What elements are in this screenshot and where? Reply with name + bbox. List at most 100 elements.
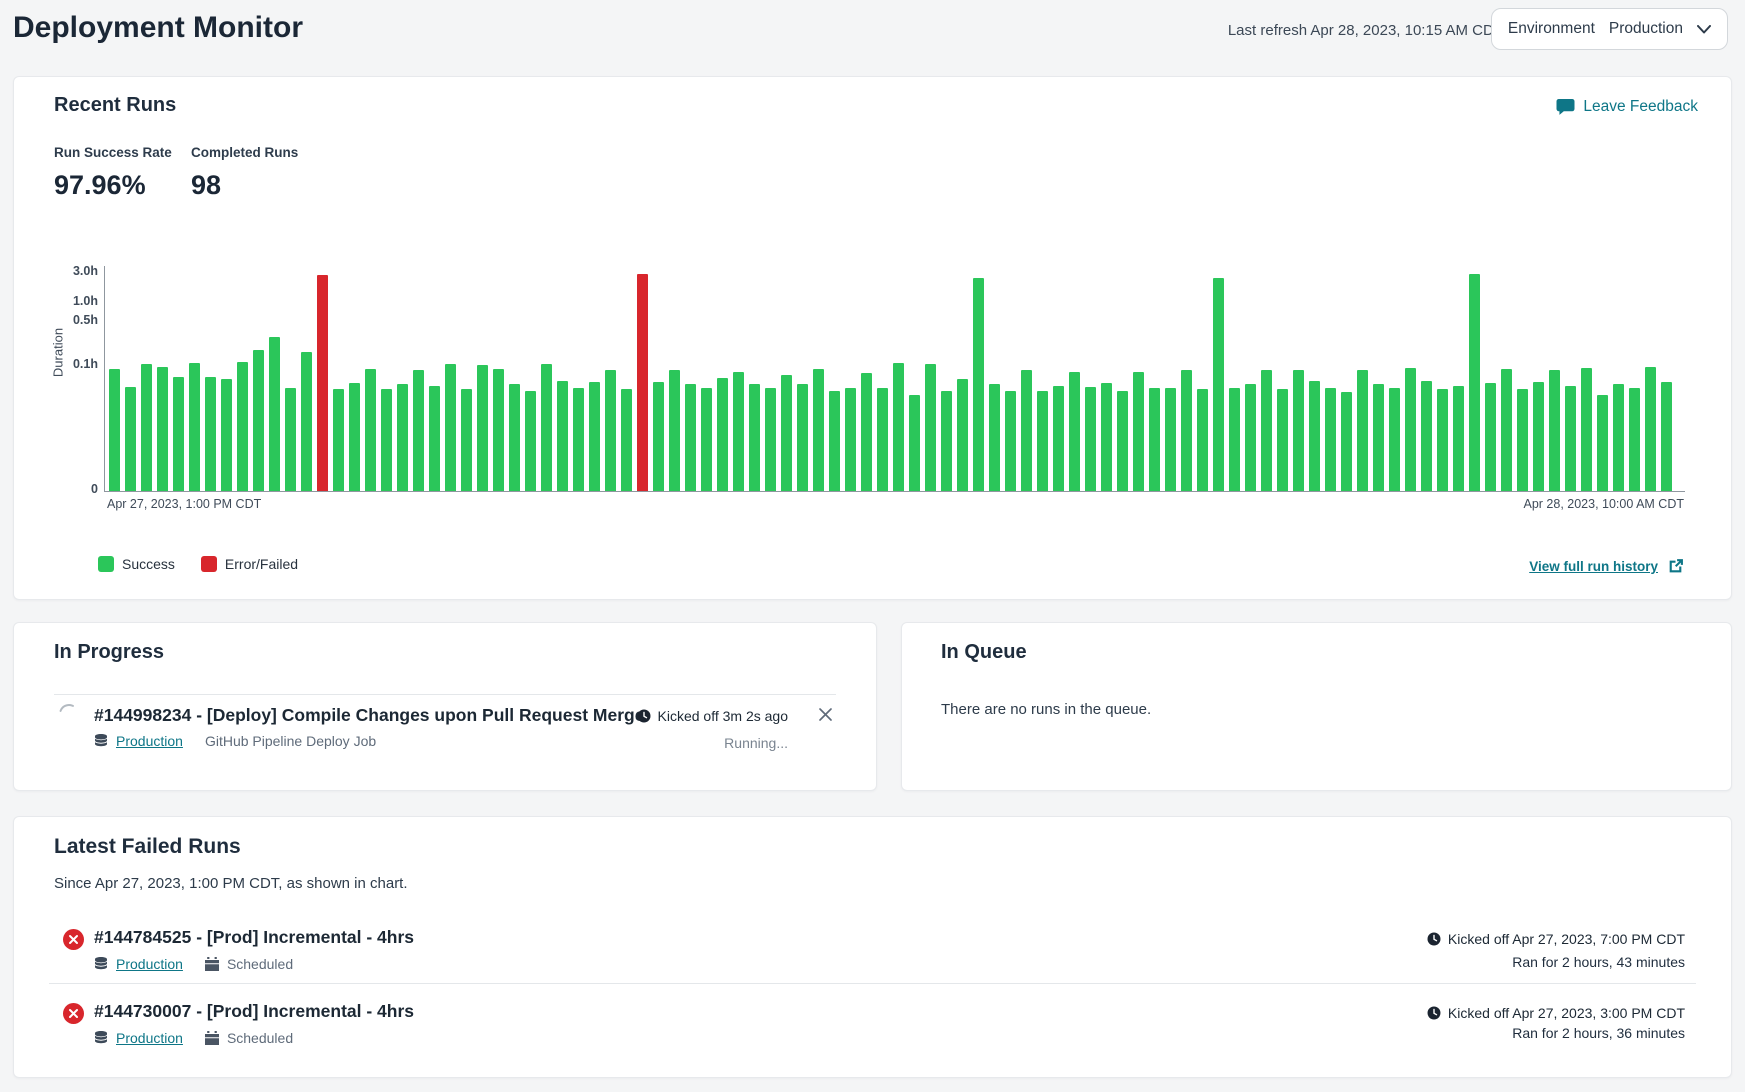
run-bar-success[interactable] xyxy=(941,391,952,491)
run-bar-success[interactable] xyxy=(765,388,776,491)
run-bar-success[interactable] xyxy=(1533,382,1544,491)
run-bar-success[interactable] xyxy=(1197,389,1208,491)
run-bar-success[interactable] xyxy=(1229,388,1240,491)
run-bar-success[interactable] xyxy=(509,384,520,491)
run-bar-success[interactable] xyxy=(157,367,168,492)
run-bar-success[interactable] xyxy=(173,377,184,491)
run-bar-success[interactable] xyxy=(269,337,280,491)
view-full-run-history-link[interactable]: View full run history xyxy=(1529,558,1684,575)
run-bar-success[interactable] xyxy=(1069,372,1080,491)
run-bar-success[interactable] xyxy=(1085,387,1096,491)
run-bar-success[interactable] xyxy=(477,365,488,491)
run-bar-success[interactable] xyxy=(1101,383,1112,491)
run-bar-success[interactable] xyxy=(429,386,440,491)
run-bar-success[interactable] xyxy=(877,388,888,491)
run-bar-success[interactable] xyxy=(1437,389,1448,491)
run-bar-success[interactable] xyxy=(445,364,456,491)
run-bar-success[interactable] xyxy=(989,384,1000,491)
run-bar-success[interactable] xyxy=(1373,384,1384,491)
close-icon[interactable] xyxy=(818,707,833,722)
run-bar-success[interactable] xyxy=(1485,383,1496,491)
run-bar-success[interactable] xyxy=(557,381,568,492)
run-bar-success[interactable] xyxy=(1341,392,1352,491)
run-bar-success[interactable] xyxy=(253,350,264,491)
run-bar-success[interactable] xyxy=(1261,370,1272,491)
run-bar-success[interactable] xyxy=(829,391,840,491)
run-bar-success[interactable] xyxy=(717,378,728,491)
run-bar-success[interactable] xyxy=(1309,381,1320,492)
run-bar-success[interactable] xyxy=(221,379,232,491)
run-bar-success[interactable] xyxy=(605,370,616,491)
run-bar-success[interactable] xyxy=(1661,382,1672,491)
run-bar-success[interactable] xyxy=(589,382,600,491)
run-bar-success[interactable] xyxy=(1245,384,1256,491)
run-bar-success[interactable] xyxy=(1325,388,1336,491)
run-bar-success[interactable] xyxy=(365,369,376,491)
run-bar-success[interactable] xyxy=(733,372,744,491)
run-bar-failed[interactable] xyxy=(637,274,648,491)
run-bar-success[interactable] xyxy=(1293,370,1304,491)
run-bar-success[interactable] xyxy=(893,363,904,491)
run-bar-success[interactable] xyxy=(1469,274,1480,491)
run-bar-success[interactable] xyxy=(125,387,136,491)
run-bar-success[interactable] xyxy=(653,382,664,491)
run-bar-success[interactable] xyxy=(525,391,536,491)
run-bar-success[interactable] xyxy=(301,352,312,491)
run-bar-success[interactable] xyxy=(1613,384,1624,491)
run-bar-success[interactable] xyxy=(1213,278,1224,491)
run-bar-success[interactable] xyxy=(749,384,760,491)
run-bar-success[interactable] xyxy=(1037,391,1048,491)
run-bar-success[interactable] xyxy=(1357,370,1368,491)
environment-link[interactable]: Production xyxy=(116,733,183,749)
run-bar-success[interactable] xyxy=(797,384,808,491)
run-bar-success[interactable] xyxy=(1053,386,1064,491)
run-bar-success[interactable] xyxy=(573,388,584,491)
run-bar-success[interactable] xyxy=(1021,370,1032,491)
run-bar-success[interactable] xyxy=(957,379,968,491)
run-bar-success[interactable] xyxy=(1565,386,1576,491)
run-bar-success[interactable] xyxy=(1581,368,1592,491)
run-bar-success[interactable] xyxy=(237,362,248,491)
run-bar-success[interactable] xyxy=(1549,370,1560,491)
leave-feedback-link[interactable]: Leave Feedback xyxy=(1556,98,1698,116)
environment-select[interactable]: Environment Production xyxy=(1491,8,1728,50)
run-bar-success[interactable] xyxy=(189,363,200,491)
run-bar-success[interactable] xyxy=(349,383,360,491)
run-bar-failed[interactable] xyxy=(317,275,328,491)
run-bar-success[interactable] xyxy=(1277,389,1288,491)
run-bar-success[interactable] xyxy=(1597,395,1608,492)
run-bar-success[interactable] xyxy=(781,375,792,491)
run-bar-success[interactable] xyxy=(493,369,504,491)
run-bar-success[interactable] xyxy=(285,388,296,491)
run-bar-success[interactable] xyxy=(541,364,552,491)
run-bar-success[interactable] xyxy=(1645,367,1656,492)
run-bar-success[interactable] xyxy=(397,384,408,491)
run-bar-success[interactable] xyxy=(1005,391,1016,491)
run-bar-success[interactable] xyxy=(381,389,392,491)
run-bar-success[interactable] xyxy=(813,369,824,491)
run-bar-success[interactable] xyxy=(1501,369,1512,491)
run-bar-success[interactable] xyxy=(109,369,120,491)
run-bar-success[interactable] xyxy=(845,388,856,491)
run-bar-success[interactable] xyxy=(1453,386,1464,491)
run-bar-success[interactable] xyxy=(701,388,712,491)
run-bar-success[interactable] xyxy=(1629,388,1640,491)
run-bar-success[interactable] xyxy=(925,364,936,491)
run-bar-success[interactable] xyxy=(461,389,472,491)
run-bar-success[interactable] xyxy=(1405,368,1416,491)
run-bar-success[interactable] xyxy=(413,370,424,491)
run-bar-success[interactable] xyxy=(861,373,872,491)
run-bar-success[interactable] xyxy=(1117,391,1128,491)
run-bar-success[interactable] xyxy=(333,389,344,491)
run-bar-success[interactable] xyxy=(909,395,920,492)
run-bar-success[interactable] xyxy=(205,377,216,491)
run-bar-success[interactable] xyxy=(685,384,696,491)
run-bar-success[interactable] xyxy=(1517,389,1528,491)
environment-link[interactable]: Production xyxy=(116,1030,183,1046)
run-bar-success[interactable] xyxy=(1389,388,1400,491)
run-bar-success[interactable] xyxy=(141,364,152,491)
run-bar-success[interactable] xyxy=(1133,372,1144,491)
run-bar-success[interactable] xyxy=(1421,381,1432,492)
run-bar-success[interactable] xyxy=(1181,370,1192,491)
run-bar-success[interactable] xyxy=(669,370,680,491)
